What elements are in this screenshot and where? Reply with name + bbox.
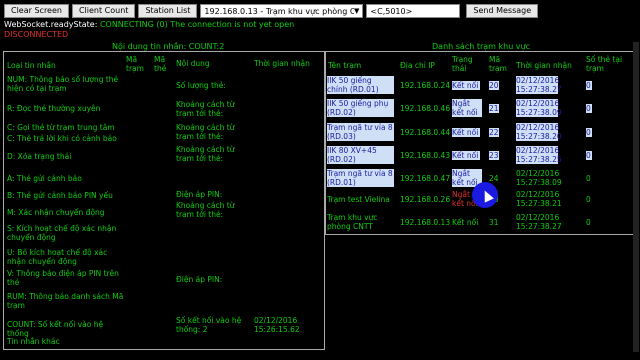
- message-type: B: Thẻ gửi cảnh báo PIN yếu: [7, 191, 113, 200]
- stations-title: Danh sách trạm khu vực: [432, 42, 531, 51]
- message-type: A: Thẻ gửi cảnh báo: [7, 174, 82, 183]
- send-message-button[interactable]: Send Message: [466, 4, 539, 18]
- websocket-status: WebSocket.readyState: CONNECTING (0) The…: [4, 20, 294, 29]
- station-count: 0: [586, 174, 591, 183]
- messages-title: Nội dung tin nhắn: COUNT:2: [112, 42, 225, 51]
- station-ip: 192.168.0.26: [400, 195, 451, 204]
- count-content: Số kết nối vào hệ thống: 2: [176, 316, 242, 334]
- station-time: 02/12/2016 15:27:38.09: [516, 99, 562, 117]
- station-ip: 192.168.0.46: [400, 104, 451, 113]
- col-header-type: Loại tin nhắn: [7, 61, 56, 70]
- station-code: 21: [489, 104, 499, 113]
- col-header-station: Mã trạm: [126, 55, 144, 73]
- station-code: 20: [489, 81, 499, 90]
- station-ip: 192.168.0.24: [400, 81, 451, 90]
- col-header-received-time: Thời gian nhận: [516, 61, 572, 70]
- message-type: S: Kích hoạt chế độ xác nhận chuyển động: [7, 224, 117, 242]
- message-content: Khoảng cách từ trạm tới thẻ:: [176, 145, 235, 163]
- clear-screen-button[interactable]: Clear Screen: [4, 4, 69, 18]
- message-type: V: Thông báo điện áp PIN trên thẻ: [7, 269, 119, 287]
- message-content: Khoảng cách từ trạm tới thẻ:: [176, 201, 235, 219]
- station-name: Trạm test Vielina: [327, 195, 390, 204]
- count-time: 02/12/2016 15:26:15.62: [254, 316, 300, 334]
- station-code: 31: [489, 218, 499, 227]
- disconnected-text: DISCONNECTED: [4, 30, 69, 39]
- client-count-button[interactable]: Client Count: [71, 4, 136, 18]
- station-name: Trạm ngã tư vỉa 8 (RD.03): [327, 123, 394, 141]
- station-time: 02/12/2016 15:27:38.09: [516, 169, 562, 187]
- col-header-station-name: Tên trạm: [328, 61, 362, 70]
- message-content: Điện áp PIN:: [176, 190, 223, 199]
- message-type: C: Gọi thẻ từ trạm trung tâm: [7, 123, 115, 132]
- station-count: 0: [586, 218, 591, 227]
- chevron-down-icon: ▼: [354, 7, 360, 15]
- station-select-value: 192.168.0.13 - Trạm khu vực phòng CNTT: [204, 6, 355, 16]
- station-name: IIK 50 giếng chính (RD.01): [327, 76, 394, 94]
- station-select[interactable]: 192.168.0.13 - Trạm khu vực phòng CNTT ▼: [200, 4, 364, 18]
- station-count: 0: [586, 128, 592, 137]
- messages-table: Loại tin nhắn Mã trạm Mã thẻ Nội dung Th…: [3, 51, 325, 350]
- station-code: 24: [489, 174, 499, 183]
- col-header-tag: Mã thẻ: [154, 55, 167, 73]
- col-header-tag-count: Số thẻ tại trạm: [586, 55, 623, 73]
- command-input[interactable]: [366, 4, 461, 18]
- station-time: 02/12/2016 15:27:38.27: [516, 76, 562, 94]
- station-count: 0: [586, 151, 592, 160]
- message-type: RUM: Thông báo danh sách Mã trạm: [7, 292, 124, 310]
- message-content: Số lượng thẻ:: [176, 81, 226, 90]
- station-name: IIK 80 XV+45 (RD.02): [327, 146, 394, 164]
- station-time: 02/12/2016 15:27:38.25: [516, 146, 562, 164]
- status-value: CONNECTING (0) The connection is not yet…: [99, 20, 295, 29]
- station-name: Trạm khu vực phòng CNTT: [327, 213, 378, 231]
- col-header-station-code: Mã trạm: [489, 55, 507, 73]
- station-count: 0: [586, 104, 592, 113]
- message-type: COUNT: Số kết nối vào hệ thống: [7, 320, 104, 338]
- station-count: 0: [586, 195, 591, 204]
- station-time: 02/12/2016 15:27:38.21: [516, 190, 562, 208]
- scrollbar[interactable]: [633, 42, 639, 352]
- station-list-button[interactable]: Station List: [138, 4, 198, 18]
- station-time: 02/12/2016 15:27:38.27: [516, 213, 562, 231]
- col-header-time: Thời gian nhận: [254, 59, 310, 68]
- message-content: Khoảng cách từ trạm tới thẻ:: [176, 100, 235, 118]
- station-state: Kết nối: [452, 151, 480, 160]
- status-label: WebSocket.readyState:: [4, 20, 98, 29]
- message-type: M: Xác nhận chuyển động: [7, 208, 105, 217]
- message-type: U: Bỏ kích hoạt chế độ xác nhận chuyển đ…: [7, 248, 108, 266]
- station-state: Kết nối: [452, 218, 479, 227]
- station-state: Kết nối: [452, 81, 480, 90]
- station-code: 22: [489, 128, 499, 137]
- station-count: 0: [586, 81, 592, 90]
- message-type: Tin nhắn khác: [7, 337, 60, 346]
- col-header-state: Trạng thái: [452, 55, 473, 73]
- station-ip: 192.168.0.13: [400, 218, 451, 227]
- station-code: 23: [489, 151, 499, 160]
- message-content: Điện áp PIN:: [176, 275, 223, 284]
- station-name: IIK 50 giếng phụ (RD.02): [327, 99, 394, 117]
- station-time: 02/12/2016 15:27:38.20: [516, 123, 562, 141]
- col-header-content: Nội dung: [176, 59, 210, 68]
- message-type: C: Thẻ trả lời khi có cảnh báo: [7, 134, 117, 143]
- message-type: D: Xóa trạng thái: [7, 152, 72, 161]
- message-type: R: Đọc thẻ thường xuyên: [7, 104, 101, 113]
- toolbar: Clear Screen Client Count Station List 1…: [4, 4, 539, 18]
- station-ip: 192.168.0.43: [400, 151, 451, 160]
- col-header-ip: Địa chỉ IP: [400, 61, 435, 70]
- station-state: Ngắt kết nối: [452, 99, 482, 117]
- station-ip: 192.168.0.47: [400, 174, 451, 183]
- station-state: Kết nối: [452, 128, 480, 137]
- station-ip: 192.168.0.44: [400, 128, 451, 137]
- stations-table: Tên trạm Địa chỉ IP Trạng thái Mã trạm T…: [325, 51, 634, 235]
- message-content: Khoảng cách từ trạm tới thẻ:: [176, 123, 235, 141]
- station-name: Trạm ngã tư vỉa 8 (RD.01): [327, 169, 394, 187]
- message-type: NUM: Thông báo số lượng thẻ hiện có tại …: [7, 75, 119, 93]
